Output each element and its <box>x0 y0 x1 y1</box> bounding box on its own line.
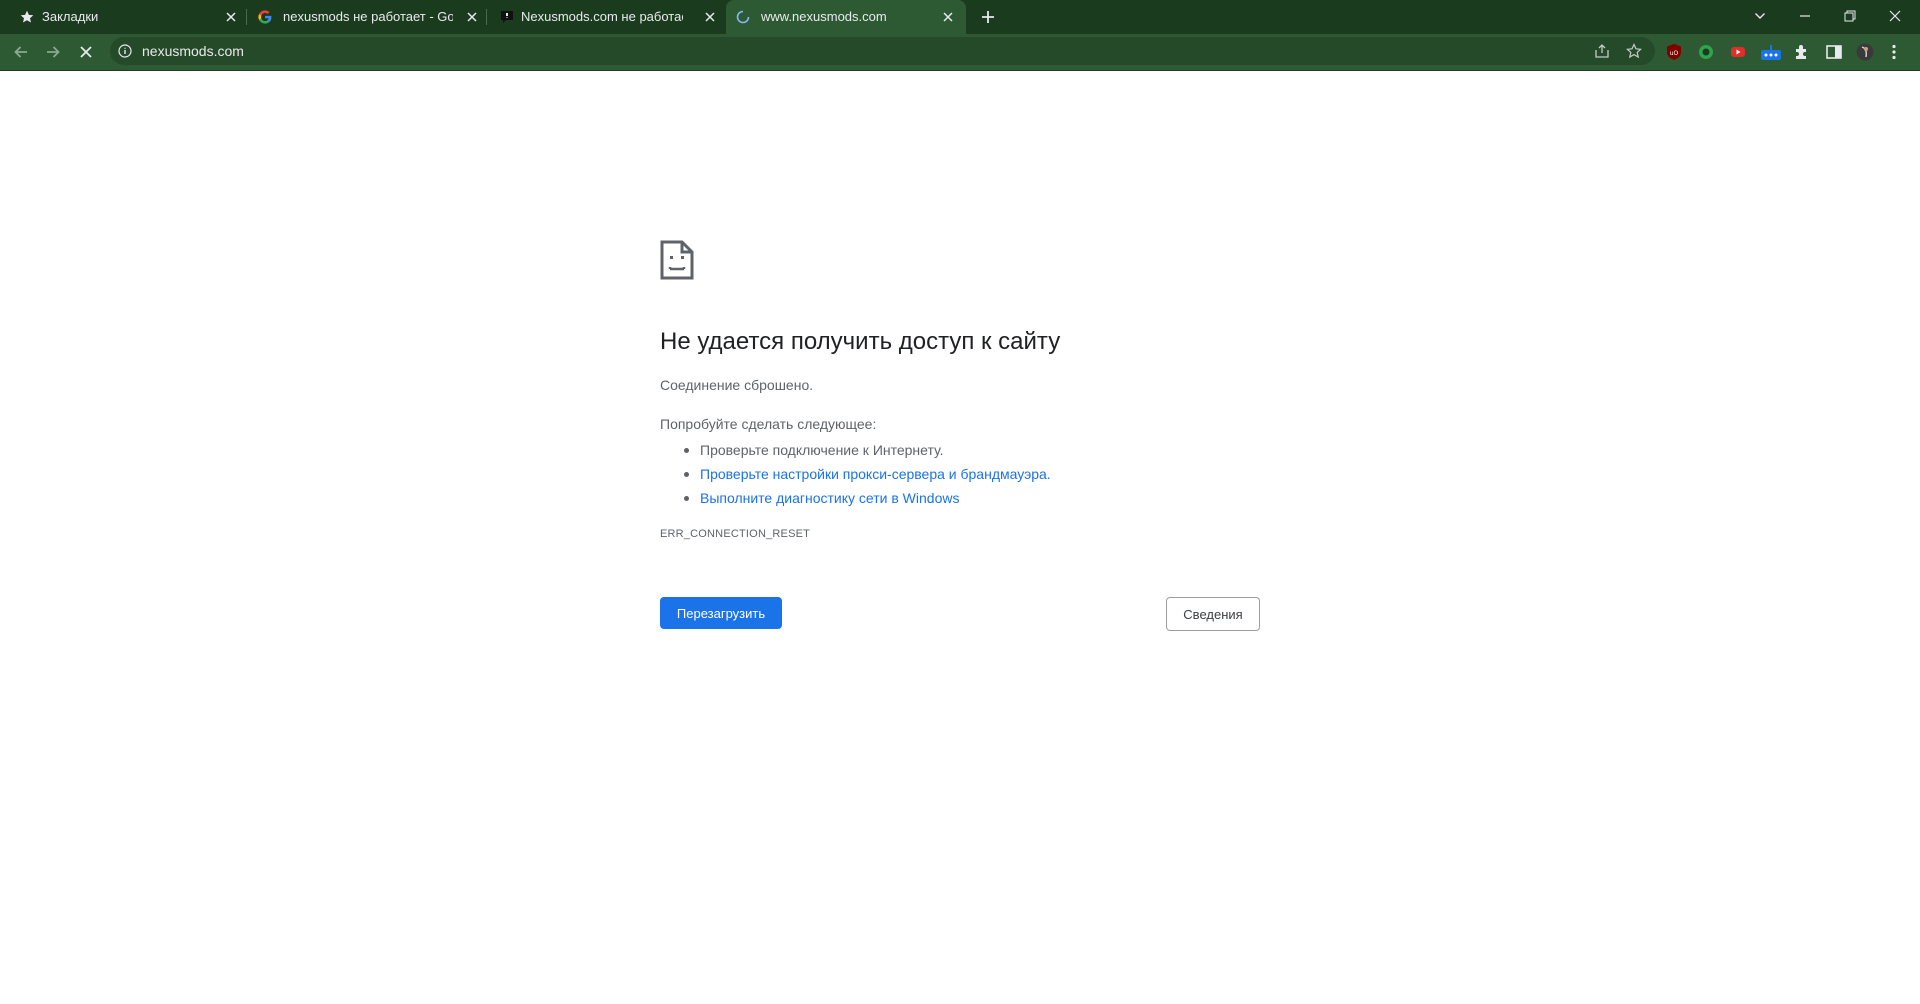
address-bar[interactable]: nexusmods.com <box>110 37 1655 65</box>
svg-text:uO: uO <box>1670 50 1679 57</box>
tab-bookmarks[interactable]: Закладки <box>0 0 245 34</box>
tab-title: nexusmods не работает - Google <box>283 9 453 24</box>
chevron-down-icon <box>1755 13 1765 19</box>
sad-document-icon <box>660 240 694 280</box>
info-icon[interactable] <box>118 44 132 58</box>
tab-google-search[interactable]: nexusmods не работает - Google <box>247 0 485 34</box>
tab-nexusmods-active[interactable]: www.nexusmods.com <box>726 0 966 34</box>
back-arrow-icon[interactable] <box>12 43 30 61</box>
extension-blue-robot-icon[interactable] <box>1760 43 1781 61</box>
minimize-icon <box>1800 15 1810 17</box>
tab-nexusmods-article[interactable]: Nexusmods.com не работает се <box>487 0 724 34</box>
extension-green-circle-icon[interactable] <box>1697 43 1715 61</box>
suggestions-label: Попробуйте сделать следующее: <box>660 416 877 432</box>
share-icon[interactable] <box>1594 43 1610 59</box>
tab-strip: Закладки nexusmods не работает - Google … <box>0 0 1920 34</box>
address-text[interactable]: nexusmods.com <box>142 43 244 59</box>
youtube-extension-icon[interactable] <box>1729 43 1747 61</box>
ublock-icon[interactable]: uO <box>1665 43 1683 61</box>
suggestions-list: Проверьте подключение к Интернету. Прове… <box>660 438 1051 510</box>
close-icon <box>1889 10 1901 22</box>
toolbar: nexusmods.com uO <box>0 34 1920 70</box>
tab-search-button[interactable] <box>1740 0 1780 32</box>
stop-loading-icon[interactable] <box>77 43 95 61</box>
tab-title: Nexusmods.com не работает се <box>521 9 683 24</box>
star-icon <box>20 10 34 24</box>
minimize-button[interactable] <box>1785 0 1825 32</box>
extensions-puzzle-icon[interactable] <box>1793 43 1811 61</box>
side-panel-icon[interactable] <box>1825 43 1843 61</box>
site-favicon-icon <box>500 10 514 24</box>
error-code: ERR_CONNECTION_RESET <box>660 528 811 540</box>
suggestion-check-proxy-link[interactable]: Проверьте настройки прокси-сервера и бра… <box>660 462 1051 486</box>
google-icon <box>258 10 272 24</box>
error-heading: Не удается получить доступ к сайту <box>660 328 1061 355</box>
suggestion-network-diagnostics-link[interactable]: Выполните диагностику сети в Windows <box>660 486 1051 510</box>
reload-button[interactable]: Перезагрузить <box>660 597 782 629</box>
close-tab-icon[interactable] <box>225 11 237 23</box>
profile-avatar-icon[interactable] <box>1856 43 1874 61</box>
forward-arrow-icon[interactable] <box>44 43 62 61</box>
new-tab-icon[interactable] <box>980 9 996 25</box>
error-reason: Соединение сброшено. <box>660 377 814 393</box>
tab-title: Закладки <box>42 9 99 24</box>
menu-dots-icon[interactable] <box>1891 43 1909 61</box>
restore-button[interactable] <box>1830 0 1870 32</box>
close-tab-icon[interactable] <box>704 11 716 23</box>
bookmark-star-icon[interactable] <box>1626 43 1642 59</box>
details-button[interactable]: Сведения <box>1166 597 1260 631</box>
restore-icon <box>1844 10 1856 22</box>
tab-title: www.nexusmods.com <box>761 9 887 24</box>
loading-spinner-icon <box>736 10 750 24</box>
close-tab-icon[interactable] <box>466 11 478 23</box>
close-window-button[interactable] <box>1875 0 1915 32</box>
suggestion-check-connection: Проверьте подключение к Интернету. <box>660 438 1051 462</box>
toolbar-divider <box>0 70 1920 71</box>
close-tab-icon[interactable] <box>942 11 954 23</box>
